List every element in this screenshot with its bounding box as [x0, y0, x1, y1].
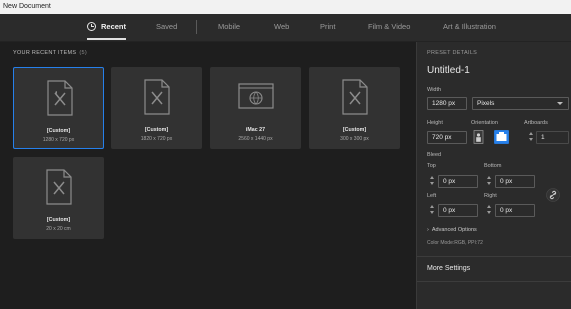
artboards-stepper[interactable]	[528, 131, 534, 143]
tab-print[interactable]: Print	[320, 14, 335, 42]
tab-art-illustration[interactable]: Art & Illustration	[443, 14, 496, 42]
stepper-up-icon	[430, 205, 434, 208]
bleed-right-label: Right	[484, 193, 497, 199]
bleed-top-input[interactable]: 0 px	[438, 175, 478, 188]
bleed-left-label: Left	[427, 193, 437, 199]
recent-item-dimensions: 300 x 300 px	[340, 136, 369, 142]
recent-item-dimensions: 1280 x 720 px	[42, 137, 75, 143]
recent-item-name: [Custom]	[46, 128, 71, 134]
document-icon	[144, 79, 170, 115]
artboards-label: Artboards	[524, 120, 548, 126]
bleed-bottom-input[interactable]: 0 px	[495, 175, 535, 188]
recent-items-heading-text: YOUR RECENT ITEMS	[13, 50, 77, 56]
chevron-down-icon	[557, 102, 563, 105]
bleed-left-stepper[interactable]	[429, 204, 435, 216]
stepper-up-icon	[487, 176, 491, 179]
bleed-top-stepper[interactable]	[429, 175, 435, 187]
height-input[interactable]: 720 px	[427, 131, 467, 144]
recent-item-name: [Custom]	[342, 127, 367, 133]
chevron-right-icon: ›	[427, 227, 429, 233]
stepper-down-icon	[529, 138, 533, 141]
recent-item-dimensions: 20 x 20 cm	[46, 226, 71, 232]
portrait-orientation-icon[interactable]	[473, 130, 484, 144]
bleed-top-label: Top	[427, 163, 436, 169]
stepper-up-icon	[430, 176, 434, 179]
recent-item-dimensions: 1820 x 720 px	[140, 136, 173, 142]
recent-items-panel: YOUR RECENT ITEMS (5) [Custom] 1280 x 720…	[0, 42, 416, 309]
artboards-input[interactable]: 1	[536, 131, 569, 144]
recent-item-name: iMac 27	[245, 127, 266, 133]
stepper-down-icon	[430, 211, 434, 214]
recent-item-card[interactable]: [Custom] 300 x 300 px	[309, 67, 400, 149]
recent-item-card[interactable]: iMac 27 2560 x 1440 px	[210, 67, 301, 149]
height-label: Height	[427, 120, 443, 126]
recent-item-dimensions: 2560 x 1440 px	[238, 136, 273, 142]
bleed-bottom-stepper[interactable]	[486, 175, 492, 187]
orientation-label: Orientation	[471, 120, 498, 126]
tab-web[interactable]: Web	[274, 14, 289, 42]
window-title: New Document	[0, 0, 571, 14]
recent-items-heading: YOUR RECENT ITEMS (5)	[13, 50, 87, 56]
color-mode-info: Color Mode:RGB, PPI:72	[427, 240, 483, 246]
tab-mobile[interactable]: Mobile	[218, 14, 240, 42]
bleed-left-input[interactable]: 0 px	[438, 204, 478, 217]
stepper-up-icon	[529, 132, 533, 135]
document-icon	[47, 80, 73, 116]
active-tab-indicator	[87, 38, 127, 40]
preset-details-heading: PRESET DETAILS	[427, 50, 478, 56]
advanced-options-label: Advanced Options	[431, 227, 477, 233]
recent-item-card[interactable]: [Custom] 1820 x 720 px	[111, 67, 202, 149]
tab-separator	[196, 20, 197, 34]
stepper-down-icon	[487, 182, 491, 185]
advanced-options-toggle[interactable]: › Advanced Options	[427, 227, 477, 233]
tab-saved[interactable]: Saved	[156, 14, 177, 42]
more-settings-button[interactable]: More Settings	[427, 265, 470, 272]
recent-item-name: [Custom]	[46, 217, 71, 223]
link-icon[interactable]	[546, 188, 560, 202]
bleed-label: Bleed	[427, 152, 442, 158]
bleed-right-input[interactable]: 0 px	[495, 204, 535, 217]
divider	[417, 281, 571, 282]
bleed-bottom-label: Bottom	[484, 163, 502, 169]
document-icon	[46, 169, 72, 205]
width-label: Width	[427, 87, 442, 93]
document-name-input[interactable]: Untitled-1	[427, 65, 470, 76]
recent-items-count: (5)	[79, 50, 87, 56]
divider	[417, 256, 571, 257]
clock-icon	[87, 21, 96, 31]
document-icon	[342, 79, 368, 115]
recent-item-card[interactable]: [Custom] 20 x 20 cm	[13, 157, 104, 239]
width-input[interactable]: 1280 px	[427, 97, 467, 110]
recent-item-card[interactable]: [Custom] 1280 x 720 px	[13, 67, 104, 149]
tab-recent[interactable]: Recent	[87, 14, 127, 42]
stepper-up-icon	[487, 205, 491, 208]
units-select[interactable]: Pixels	[472, 97, 569, 110]
landscape-orientation-icon[interactable]	[494, 130, 509, 144]
tab-film-video[interactable]: Film & Video	[368, 14, 410, 42]
tab-recent-label: Recent	[101, 22, 127, 31]
web-screen-icon	[238, 83, 274, 109]
units-select-value: Pixels	[477, 100, 495, 107]
bleed-right-stepper[interactable]	[486, 204, 492, 216]
stepper-down-icon	[430, 182, 434, 185]
category-tabs: Recent Saved Mobile Web Print Film & Vid…	[0, 14, 571, 42]
recent-item-name: [Custom]	[144, 127, 169, 133]
stepper-down-icon	[487, 211, 491, 214]
